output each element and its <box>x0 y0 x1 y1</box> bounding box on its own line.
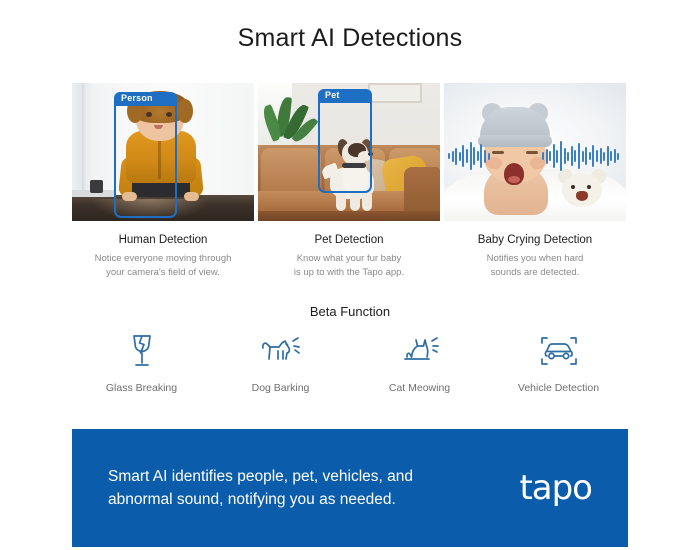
waveform-bar <box>476 151 479 161</box>
teddy-eye-left <box>571 185 575 189</box>
waveform-bar <box>610 151 613 161</box>
waveform-bar <box>455 147 458 165</box>
pet-detection-description-line2: is up to with the Tapo app. <box>293 266 405 278</box>
human-detection-description-line1: Notice everyone moving through <box>94 253 232 264</box>
teddy-bear <box>556 169 606 213</box>
waveform-bar <box>448 153 450 159</box>
beta-item-vehicle-detection[interactable]: Vehicle Detection <box>489 330 628 394</box>
promo-banner-line2: abnormal sound, notifying you as needed. <box>108 491 396 508</box>
pet-detection-thumbnail: Pet <box>258 83 440 221</box>
page-title: Smart AI Detections <box>237 24 463 52</box>
waveform-bar <box>469 142 472 170</box>
pet-detection-label: Pet <box>318 89 372 103</box>
feature-card-human-detection: Person Human Detection Notice everyone m… <box>72 83 254 280</box>
human-detection-description-line2: your camera's field of view. <box>106 266 220 278</box>
baby-eye-right <box>526 151 538 154</box>
human-detection-description: Notice everyone moving through your came… <box>72 252 254 280</box>
human-detection-title: Human Detection <box>118 234 208 246</box>
teddy-eye-right <box>587 185 591 189</box>
dog-leg <box>350 191 360 211</box>
pet-detection-description-line1: Know what your fur baby <box>296 253 402 264</box>
baby-open-mouth <box>504 163 524 185</box>
waveform-bar <box>487 152 490 160</box>
dog-leg <box>362 191 372 211</box>
pet-detection-title: Pet Detection <box>314 234 384 246</box>
beta-function-heading: Beta Function <box>309 304 391 319</box>
waveform-bar <box>603 151 606 161</box>
sound-waveform-right <box>542 139 620 173</box>
broken-glass-icon <box>72 330 211 372</box>
waveform-bar <box>462 145 465 167</box>
pet-detection-description: Know what your fur baby is up to with th… <box>258 252 440 280</box>
waveform-bar <box>542 152 544 160</box>
waveform-bar <box>563 148 566 164</box>
toddler-hand-right <box>184 192 199 201</box>
beta-item-dog-barking[interactable]: Dog Barking <box>211 330 350 394</box>
waveform-bar <box>574 150 577 162</box>
vehicle-detection-icon <box>489 330 628 372</box>
waveform-bar <box>577 143 580 169</box>
tapo-logo: tapo <box>519 468 593 508</box>
baby-crying-detection-title: Baby Crying Detection <box>477 234 593 246</box>
beta-item-glass-breaking[interactable]: Glass Breaking <box>72 330 211 394</box>
dog-leg <box>336 191 346 211</box>
feature-row: Person Human Detection Notice everyone m… <box>72 83 628 280</box>
waveform-bar <box>549 151 552 161</box>
waveform-bar <box>570 146 573 166</box>
waveform-bar <box>567 151 570 161</box>
baby-crying-detection-description-line1: Notifies you when hard <box>486 253 584 264</box>
pet-detection-box: Pet <box>318 89 372 193</box>
waveform-bar <box>595 150 598 162</box>
waveform-bar <box>606 146 609 166</box>
baby-crying-detection-description-line2: sounds are detected. <box>490 266 580 278</box>
sofa-base <box>258 211 440 221</box>
beta-function-row: Glass Breaking Dog Barking Cat Meowing V… <box>72 330 628 394</box>
person-detection-label: Person <box>114 92 177 106</box>
beta-label-glass-breaking: Glass Breaking <box>105 382 178 394</box>
waveform-bar <box>617 152 620 160</box>
cat-meowing-icon <box>350 330 489 372</box>
promo-banner: Smart AI identifies people, pet, vehicle… <box>72 429 628 547</box>
waveform-bar <box>581 150 584 162</box>
baby-eye-left <box>492 151 504 154</box>
waveform-bar <box>552 144 555 168</box>
waveform-bar <box>599 148 602 164</box>
sofa-cushion <box>260 147 322 193</box>
baby-crying-detection-scene <box>444 83 626 221</box>
teddy-head <box>562 173 602 207</box>
beta-item-cat-meowing[interactable]: Cat Meowing <box>350 330 489 394</box>
sound-waveform-left <box>448 139 490 173</box>
dog-barking-icon <box>211 330 350 372</box>
waveform-bar <box>480 144 483 168</box>
beta-label-dog-barking: Dog Barking <box>251 382 310 394</box>
teddy-nose <box>576 191 588 201</box>
beta-label-cat-meowing: Cat Meowing <box>388 382 451 394</box>
baby-crying-detection-thumbnail <box>444 83 626 221</box>
person-detection-box: Person <box>114 92 177 218</box>
wall-art-frame <box>368 83 422 103</box>
feature-card-baby-crying-detection: Baby Crying Detection Notifies you when … <box>444 83 626 280</box>
waveform-bar <box>451 150 454 162</box>
waveform-bar <box>473 147 476 165</box>
waveform-bar <box>545 148 548 164</box>
waveform-bar <box>588 152 591 160</box>
waveform-bar <box>585 147 588 165</box>
feature-card-pet-detection: Pet Pet Detection Know what your fur bab… <box>258 83 440 280</box>
waveform-bar <box>559 141 562 171</box>
waveform-bar <box>483 149 486 163</box>
baby-crying-detection-description: Notifies you when hard sounds are detect… <box>444 252 626 280</box>
waveform-bar <box>556 149 559 163</box>
beta-label-vehicle-detection: Vehicle Detection <box>517 382 600 394</box>
human-detection-thumbnail: Person <box>72 83 254 221</box>
waveform-bar <box>458 151 461 161</box>
promo-banner-line1: Smart AI identifies people, pet, vehicle… <box>108 467 414 485</box>
floor-object <box>90 180 103 193</box>
promo-banner-text: Smart AI identifies people, pet, vehicle… <box>108 465 413 512</box>
waveform-bar <box>613 149 616 163</box>
waveform-bar <box>465 149 468 163</box>
waveform-bar <box>592 145 595 167</box>
